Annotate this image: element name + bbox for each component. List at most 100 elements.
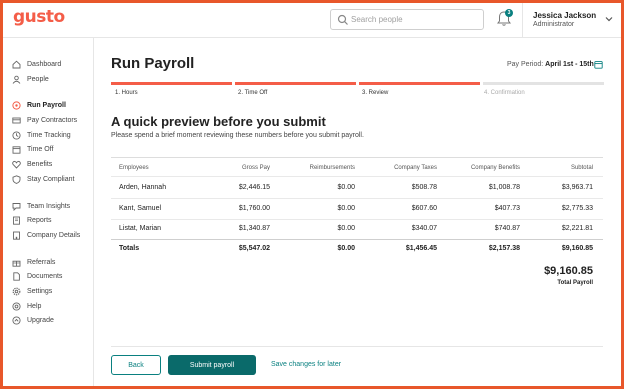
step-label-review: 3. Review — [362, 90, 389, 96]
gift-icon — [12, 260, 21, 267]
company-benefits: $407.73 — [494, 205, 520, 212]
row-divider — [111, 198, 603, 199]
reimbursements: $0.00 — [337, 225, 355, 232]
save-for-later-link[interactable]: Save changes for later — [271, 355, 341, 375]
user-role: Administrator — [533, 21, 575, 28]
subtotal-total: $9,160.85 — [561, 245, 593, 252]
sidebar-item-run-payroll[interactable]: Run Payroll — [12, 99, 92, 111]
building-icon — [13, 231, 20, 240]
row-divider — [111, 239, 603, 240]
column-header: Company Taxes — [394, 165, 437, 171]
sidebar-item-people[interactable]: People — [12, 73, 92, 85]
search-input[interactable] — [351, 12, 479, 27]
employee-name[interactable]: Arden, Hannah — [119, 184, 166, 191]
company-taxes-total: $1,456.45 — [405, 245, 437, 252]
sidebar-item-referrals[interactable]: Referrals — [12, 256, 92, 268]
upgrade-icon — [12, 315, 21, 325]
sidebar-item-label: Settings — [27, 287, 53, 295]
notification-badge: 3 — [505, 9, 513, 17]
sidebar-item-benefits[interactable]: Benefits — [12, 158, 92, 170]
sidebar-item-label: Stay Compliant — [27, 175, 75, 183]
company-benefits: $740.87 — [494, 225, 520, 232]
sidebar-item-label: Benefits — [27, 160, 53, 168]
section-heading: A quick preview before you submit — [111, 114, 326, 129]
chevron-down-icon[interactable] — [605, 15, 613, 23]
step-bar-confirmation — [483, 82, 604, 85]
page-title: Run Payroll — [111, 55, 195, 72]
gusto-logo[interactable]: gusto — [13, 7, 65, 27]
sidebar-item-company-details[interactable]: Company Details — [12, 229, 92, 241]
pay-period: Pay Period: April 1st - 15th — [507, 61, 594, 68]
sidebar-item-reports[interactable]: Reports — [12, 214, 92, 226]
submit-payroll-button[interactable]: Submit payroll — [168, 355, 256, 375]
calendar-icon — [12, 145, 21, 154]
help-icon — [12, 301, 21, 311]
header-divider — [522, 3, 523, 38]
row-divider — [111, 176, 603, 177]
step-label-time-off[interactable]: 2. Time Off — [238, 90, 267, 96]
sidebar-item-label: Company Details — [27, 231, 81, 239]
sidebar-item-settings[interactable]: Settings — [12, 285, 92, 297]
sidebar-item-label: Reports — [27, 216, 52, 224]
sidebar-item-help[interactable]: Help — [12, 300, 92, 312]
sidebar-item-upgrade[interactable]: Upgrade — [12, 314, 92, 326]
search-icon — [337, 14, 348, 25]
sidebar-item-label: Help — [27, 302, 42, 310]
sidebar: Dashboard People Run Payroll Pay Contrac… — [3, 38, 94, 386]
sidebar-item-team-insights[interactable]: Team Insights — [12, 200, 92, 212]
person-icon — [12, 75, 21, 84]
column-header: Reimbursements — [309, 165, 355, 171]
subtotal: $3,963.71 — [561, 184, 593, 191]
step-label-confirmation: 4. Confirmation — [484, 90, 525, 96]
section-subtitle: Please spend a brief moment reviewing th… — [111, 132, 364, 139]
back-button[interactable]: Back — [111, 355, 161, 375]
calendar-icon[interactable] — [594, 60, 603, 69]
row-divider — [111, 219, 603, 220]
search-box[interactable] — [330, 9, 484, 30]
gear-icon — [12, 287, 21, 295]
sidebar-item-documents[interactable]: Documents — [12, 270, 92, 282]
totals-label: Totals — [119, 245, 140, 252]
reimbursements-total: $0.00 — [337, 245, 355, 252]
pay-period-value: April 1st - 15th — [545, 61, 594, 68]
sidebar-item-label: Team Insights — [27, 202, 71, 210]
heart-icon — [12, 160, 21, 169]
total-payroll-label: Total Payroll — [557, 280, 593, 286]
sidebar-item-dashboard[interactable]: Dashboard — [12, 58, 92, 70]
sidebar-item-time-off[interactable]: Time Off — [12, 143, 92, 155]
sidebar-item-label: Pay Contractors — [27, 116, 78, 124]
sidebar-item-label: Dashboard — [27, 60, 62, 68]
report-icon — [13, 216, 20, 225]
chat-icon — [12, 202, 21, 211]
company-taxes: $340.07 — [411, 225, 437, 232]
column-header: Subtotal — [570, 165, 593, 171]
gross-pay: $1,760.00 — [238, 205, 270, 212]
company-benefits-total: $2,157.38 — [488, 245, 520, 252]
employee-name[interactable]: Kant, Samuel — [119, 205, 161, 212]
employee-name[interactable]: Listat, Marian — [119, 225, 161, 232]
document-icon — [13, 271, 20, 281]
sidebar-item-stay-compliant[interactable]: Stay Compliant — [12, 173, 92, 185]
gross-pay-total: $5,547.02 — [238, 245, 270, 252]
footer-divider — [111, 346, 603, 347]
user-name[interactable]: Jessica Jackson — [533, 11, 596, 20]
company-benefits: $1,008.78 — [488, 184, 520, 191]
column-header: Company Benefits — [470, 165, 520, 171]
column-header: Gross Pay — [241, 165, 270, 171]
company-taxes: $607.60 — [411, 205, 437, 212]
total-payroll-amount: $9,160.85 — [544, 265, 593, 277]
clock-icon — [12, 130, 21, 140]
sidebar-item-pay-contractors[interactable]: Pay Contractors — [12, 114, 92, 126]
sidebar-item-label: Time Tracking — [27, 131, 71, 139]
step-bar-hours — [111, 82, 232, 85]
sidebar-item-label: People — [27, 75, 49, 83]
top-bar: gusto 3 Jessica Jackson Administrator — [3, 3, 621, 38]
table-divider — [111, 157, 603, 158]
gross-pay: $2,446.15 — [238, 184, 270, 191]
sidebar-item-label: Documents — [27, 272, 63, 280]
step-label-hours[interactable]: 1. Hours — [115, 90, 138, 96]
sidebar-item-time-tracking[interactable]: Time Tracking — [12, 129, 92, 141]
card-icon — [12, 117, 21, 123]
reimbursements: $0.00 — [337, 205, 355, 212]
gross-pay: $1,340.87 — [238, 225, 270, 232]
